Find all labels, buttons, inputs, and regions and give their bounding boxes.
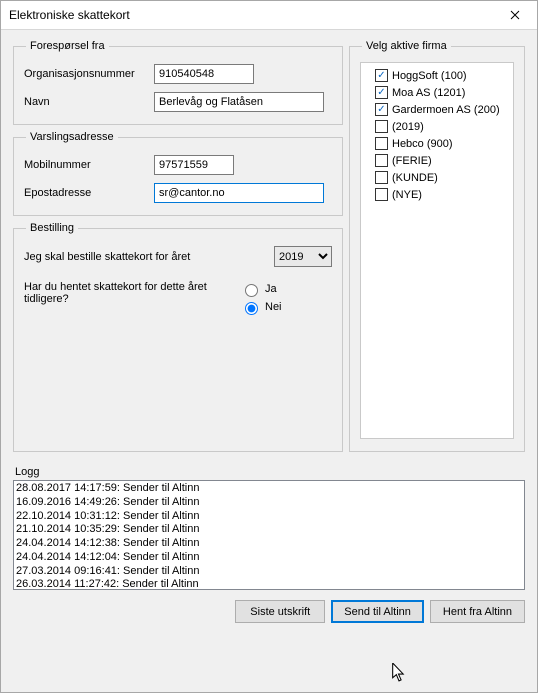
epost-input[interactable] (154, 183, 324, 203)
send-til-altinn-button[interactable]: Send til Altinn (331, 600, 424, 623)
checkbox-icon[interactable] (375, 154, 388, 167)
checkbox-icon[interactable] (375, 86, 388, 99)
hent-fra-altinn-button[interactable]: Hent fra Altinn (430, 600, 525, 623)
bestilling-legend: Bestilling (26, 222, 78, 234)
top-grid: Forespørsel fra Organisasjonsnummer Navn… (13, 40, 525, 458)
orgnr-input[interactable] (154, 64, 254, 84)
firma-item[interactable]: Hebco (900) (365, 135, 509, 152)
siste-utskrift-button[interactable]: Siste utskrift (235, 600, 325, 623)
close-button[interactable] (493, 1, 537, 29)
bestilling-year-label: Jeg skal bestille skattekort for året (24, 251, 190, 263)
logg-line: 22.10.2014 10:31:12: Sender til Altinn (16, 510, 522, 524)
firma-item[interactable]: Gardermoen AS (200) (365, 101, 509, 118)
logg-line: 26.03.2014 11:27:42: Sender til Altinn (16, 578, 522, 590)
logg-line: 24.04.2014 14:12:04: Sender til Altinn (16, 551, 522, 565)
foresporsel-legend: Forespørsel fra (26, 40, 109, 52)
epost-label: Epostadresse (24, 187, 154, 199)
checkbox-icon[interactable] (375, 137, 388, 150)
left-column: Forespørsel fra Organisasjonsnummer Navn… (13, 40, 343, 458)
bestilling-group: Bestilling Jeg skal bestille skattekort … (13, 222, 343, 452)
firma-item-label: (NYE) (392, 189, 422, 201)
radio-nei-label: Nei (265, 301, 282, 313)
bestilling-prev-label: Har du hentet skattekort for dette året … (24, 281, 240, 315)
firma-item-label: HoggSoft (100) (392, 70, 467, 82)
logg-line: 28.08.2017 14:17:59: Sender til Altinn (16, 482, 522, 496)
prev-radio-group: Ja Nei (240, 281, 282, 315)
checkbox-icon[interactable] (375, 120, 388, 133)
mobil-input[interactable] (154, 155, 234, 175)
firma-legend: Velg aktive firma (362, 40, 451, 52)
logg-line: 27.03.2014 09:16:41: Sender til Altinn (16, 565, 522, 579)
checkbox-icon[interactable] (375, 103, 388, 116)
foresporsel-group: Forespørsel fra Organisasjonsnummer Navn (13, 40, 343, 125)
window: Elektroniske skattekort Forespørsel fra … (0, 0, 538, 693)
navn-input[interactable] (154, 92, 324, 112)
close-icon (510, 10, 520, 20)
button-row: Siste utskrift Send til Altinn Hent fra … (13, 600, 525, 623)
firma-item-label: Hebco (900) (392, 138, 453, 150)
checkbox-icon[interactable] (375, 171, 388, 184)
firma-item-label: (FERIE) (392, 155, 432, 167)
orgnr-label: Organisasjonsnummer (24, 68, 154, 80)
varsling-legend: Varslingsadresse (26, 131, 118, 143)
firma-item-label: (2019) (392, 121, 424, 133)
navn-label: Navn (24, 96, 154, 108)
logg-label: Logg (15, 466, 525, 478)
firma-item-label: (KUNDE) (392, 172, 438, 184)
radio-nei-input[interactable] (245, 302, 258, 315)
firma-item-label: Gardermoen AS (200) (392, 104, 500, 116)
firma-item[interactable]: (KUNDE) (365, 169, 509, 186)
firma-item[interactable]: Moa AS (1201) (365, 84, 509, 101)
titlebar: Elektroniske skattekort (1, 1, 537, 30)
firma-group: Velg aktive firma HoggSoft (100) Moa AS (… (349, 40, 525, 452)
right-column: Velg aktive firma HoggSoft (100) Moa AS (… (349, 40, 525, 458)
radio-ja-input[interactable] (245, 284, 258, 297)
checkbox-icon[interactable] (375, 188, 388, 201)
client-area: Forespørsel fra Organisasjonsnummer Navn… (1, 30, 537, 692)
logg-section: Logg 28.08.2017 14:17:59: Sender til Alt… (13, 466, 525, 590)
logg-line: 24.04.2014 14:12:38: Sender til Altinn (16, 537, 522, 551)
radio-ja-label: Ja (265, 283, 277, 295)
radio-ja[interactable]: Ja (240, 281, 282, 297)
firma-tree[interactable]: HoggSoft (100) Moa AS (1201) Gardermoen AS… (360, 62, 514, 439)
firma-item[interactable]: (2019) (365, 118, 509, 135)
firma-item[interactable]: HoggSoft (100) (365, 67, 509, 84)
firma-item-label: Moa AS (1201) (392, 87, 465, 99)
firma-item[interactable]: (NYE) (365, 186, 509, 203)
year-select[interactable]: 2019 (274, 246, 332, 267)
checkbox-icon[interactable] (375, 69, 388, 82)
firma-item[interactable]: (FERIE) (365, 152, 509, 169)
logg-line: 16.09.2016 14:49:26: Sender til Altinn (16, 496, 522, 510)
varsling-group: Varslingsadresse Mobilnummer Epostadress… (13, 131, 343, 216)
window-title: Elektroniske skattekort (9, 8, 493, 22)
mobil-label: Mobilnummer (24, 159, 154, 171)
radio-nei[interactable]: Nei (240, 299, 282, 315)
logg-line: 21.10.2014 10:35:29: Sender til Altinn (16, 523, 522, 537)
logg-box[interactable]: 28.08.2017 14:17:59: Sender til Altinn16… (13, 480, 525, 590)
